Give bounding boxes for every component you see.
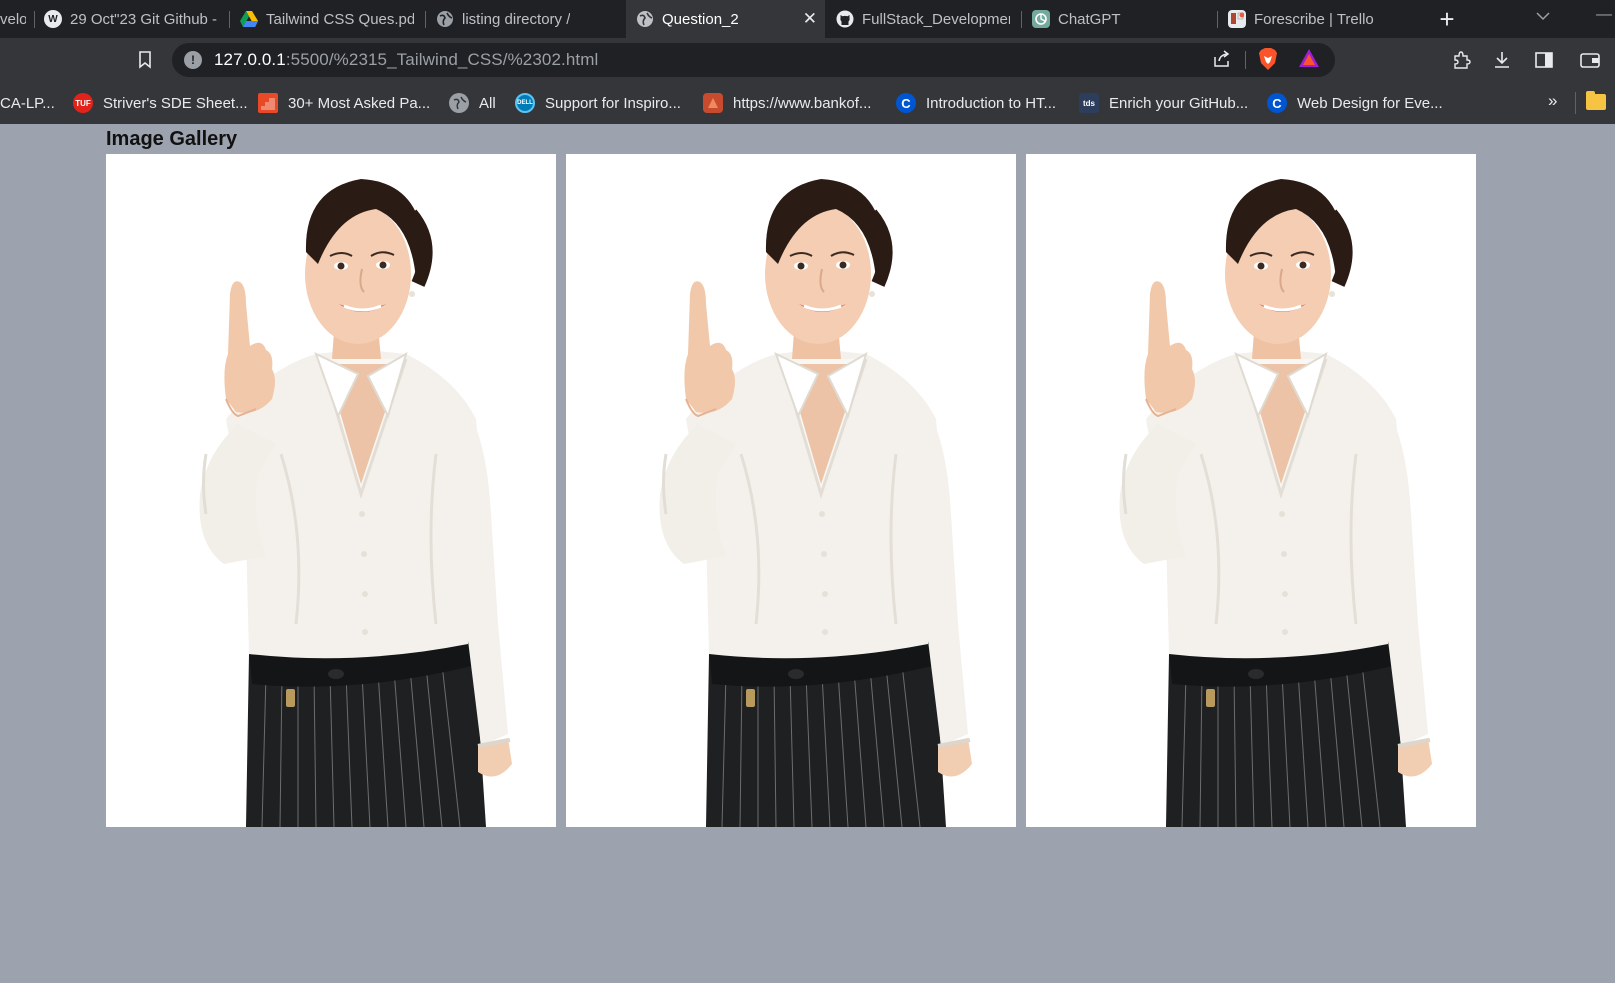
bookmark-label: Striver's SDE Sheet... [103, 94, 248, 112]
bookmarks-overflow-button[interactable]: » [1548, 91, 1557, 111]
extensions-icon[interactable] [1447, 46, 1475, 74]
url-path: :5500/%2315_Tailwind_CSS/%2302.html [285, 50, 599, 69]
folder-icon[interactable] [1586, 91, 1606, 110]
bookmark-ca-lp[interactable]: CA-LP... [0, 91, 55, 115]
woman-photo-illustration [106, 154, 556, 827]
page-title: Image Gallery [106, 128, 238, 150]
tab-title: 29 Oct"23 Git Github - [70, 10, 218, 28]
chatgpt-icon [1032, 10, 1050, 28]
bookmark-strivers-sde[interactable]: TUF Striver's SDE Sheet... [73, 91, 248, 115]
coursera-icon: C [896, 93, 916, 113]
tab-title: Tailwind CSS Ques.pdf [266, 10, 414, 28]
address-bar[interactable]: ! 127.0.0.1:5500/%2315_Tailwind_CSS/%230… [172, 43, 1335, 77]
tab-git-github[interactable]: W 29 Oct"23 Git Github - [34, 0, 228, 38]
tab-chatgpt[interactable]: ChatGPT [1022, 0, 1216, 38]
tab-title: listing directory / [462, 10, 571, 28]
bookmark-label: https://www.bankof... [733, 94, 872, 112]
bookmark-label: Support for Inspiro... [545, 94, 681, 112]
tab-fullstack[interactable]: FullStack_Development [826, 0, 1020, 38]
sidebar-icon[interactable] [1530, 46, 1558, 74]
close-icon[interactable]: ✕ [803, 9, 817, 29]
bookmark-label: CA-LP... [0, 94, 55, 112]
dell-icon: DELL [515, 93, 535, 113]
image-gallery-grid [106, 154, 1476, 827]
bookmark-label: Introduction to HT... [926, 94, 1057, 112]
gallery-image [566, 154, 1016, 827]
bookmark-label: 30+ Most Asked Pa... [288, 94, 431, 112]
tab-tailwind-pdf[interactable]: Tailwind CSS Ques.pdf [230, 0, 424, 38]
bank-icon [703, 93, 723, 113]
tab-title: Forescribe | Trello [1254, 10, 1374, 28]
coursera-icon: C [1267, 93, 1287, 113]
stairs-icon [258, 93, 278, 113]
bookmark-enrich-github[interactable]: tds Enrich your GitHub... [1079, 91, 1248, 115]
tab-title: velo [0, 10, 26, 28]
bookmark-bankof[interactable]: https://www.bankof... [703, 91, 871, 115]
bookmark-web-design[interactable]: C Web Design for Eve... [1267, 91, 1443, 115]
globe-icon [636, 10, 654, 28]
page-viewport: Image Gallery [0, 124, 1615, 983]
bookmark-label: Enrich your GitHub... [1109, 94, 1249, 112]
bookmark-support-inspiron[interactable]: DELL Support for Inspiro... [515, 91, 681, 115]
tab-title: ChatGPT [1058, 10, 1121, 28]
url-text[interactable]: 127.0.0.1:5500/%2315_Tailwind_CSS/%2302.… [214, 50, 598, 70]
wordpress-icon: W [44, 10, 62, 28]
github-icon [836, 10, 854, 28]
browser-toolbar: ! 127.0.0.1:5500/%2315_Tailwind_CSS/%230… [0, 38, 1615, 83]
google-drive-icon [240, 10, 258, 28]
url-host: 127.0.0.1 [214, 50, 286, 69]
share-icon[interactable] [1212, 49, 1232, 74]
tab-title: FullStack_Development [862, 10, 1010, 28]
minimize-icon[interactable]: — [1596, 6, 1612, 24]
bookmark-label: All [479, 94, 496, 112]
new-tab-button[interactable]: + [1432, 4, 1462, 34]
tab-trello[interactable]: Forescribe | Trello [1218, 0, 1412, 38]
globe-icon [449, 93, 469, 113]
brave-shields-icon[interactable] [1258, 47, 1278, 76]
download-icon[interactable] [1488, 46, 1516, 74]
brave-rewards-icon[interactable] [1298, 48, 1320, 73]
trello-icon [1228, 10, 1246, 28]
woman-photo-illustration [1026, 154, 1476, 827]
tab-partial[interactable]: velo [0, 0, 30, 38]
tuf-icon: TUF [73, 93, 93, 113]
bookmark-icon[interactable] [131, 46, 159, 74]
bookmark-label: Web Design for Eve... [1297, 94, 1443, 112]
wallet-icon[interactable] [1576, 46, 1604, 74]
tab-strip: velo W 29 Oct"23 Git Github - Tailwind C… [0, 0, 1615, 38]
site-info-icon[interactable]: ! [184, 51, 202, 69]
tab-search-icon[interactable] [1536, 8, 1550, 24]
woman-photo-illustration [566, 154, 1016, 827]
bookmark-30-most-asked[interactable]: 30+ Most Asked Pa... [258, 91, 430, 115]
gallery-image [106, 154, 556, 827]
tds-icon: tds [1079, 93, 1099, 113]
bookmarks-bar: CA-LP... TUF Striver's SDE Sheet... 30+ … [0, 83, 1615, 124]
tab-title: Question_2 [662, 10, 739, 28]
bookmark-all[interactable]: All [449, 91, 496, 115]
tab-listing-directory[interactable]: listing directory / [426, 0, 620, 38]
bookmark-intro-html[interactable]: C Introduction to HT... [896, 91, 1056, 115]
globe-icon [436, 10, 454, 28]
tab-question-2[interactable]: Question_2 ✕ [626, 0, 825, 38]
gallery-image [1026, 154, 1476, 827]
